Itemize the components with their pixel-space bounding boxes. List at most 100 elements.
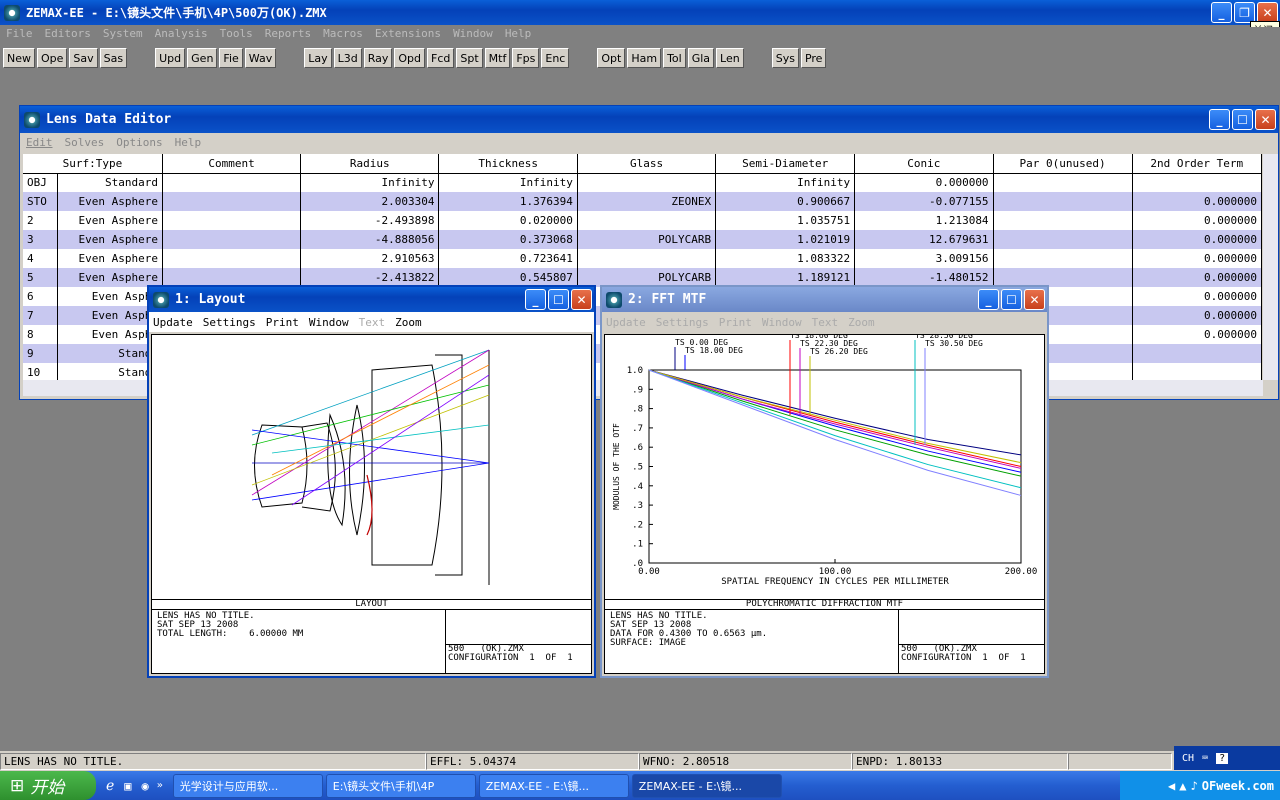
layout-close-icon[interactable]: ✕: [571, 289, 592, 310]
lde-cell-glass[interactable]: ZEONEX: [577, 192, 717, 211]
lde-close-icon[interactable]: ✕: [1255, 109, 1276, 130]
lde-cell-thickness[interactable]: 0.373068: [438, 230, 578, 249]
tb-save[interactable]: Sav: [69, 48, 98, 68]
lde-cell-type[interactable]: Standard: [57, 173, 163, 192]
minimize-icon[interactable]: _: [1211, 2, 1232, 23]
menu-tools[interactable]: Tools: [214, 27, 259, 45]
mtf-maximize-icon[interactable]: ☐: [1001, 289, 1022, 310]
mtf-menu-window[interactable]: Window: [762, 316, 802, 329]
ie-icon[interactable]: ℯ: [106, 778, 114, 794]
tb-lens[interactable]: Len: [716, 48, 744, 68]
lde-maximize-icon[interactable]: ☐: [1232, 109, 1253, 130]
lde-row[interactable]: 4 Even Asphere 2.910563 0.723641 1.083322 3.0…: [23, 249, 1262, 268]
start-button[interactable]: ⊞ 开始: [0, 771, 96, 800]
tb-open[interactable]: Ope: [37, 48, 68, 68]
tray-arrow-icon[interactable]: ◀: [1168, 779, 1175, 793]
lde-cell-second[interactable]: 0.000000: [1132, 325, 1262, 344]
tb-optimize[interactable]: Opt: [597, 48, 626, 68]
tb-general[interactable]: Gen: [187, 48, 218, 68]
lde-cell-type[interactable]: Even Asphere: [57, 192, 163, 211]
tray-volume-icon[interactable]: ♪: [1191, 779, 1198, 793]
task-zemax-2[interactable]: ZEMAX-EE - E:\镜...: [631, 773, 782, 798]
tb-prescription[interactable]: Pre: [800, 48, 827, 68]
menu-system[interactable]: System: [97, 27, 149, 45]
restore-icon[interactable]: ❐: [1234, 2, 1255, 23]
tb-enc[interactable]: Enc: [541, 48, 570, 68]
lde-menu-edit[interactable]: Edit: [20, 136, 59, 149]
lde-cell-surf[interactable]: 4: [23, 249, 59, 268]
lde-cell-second[interactable]: 0.000000: [1132, 211, 1262, 230]
lde-cell-radius[interactable]: -4.888056: [300, 230, 440, 249]
tb-mtf[interactable]: Mtf: [484, 48, 511, 68]
layout-minimize-icon[interactable]: _: [525, 289, 546, 310]
layout-menu-zoom[interactable]: Zoom: [395, 316, 422, 329]
lde-cell-glass[interactable]: [577, 249, 717, 268]
lde-cell-second[interactable]: 0.000000: [1132, 192, 1262, 211]
lde-cell-second[interactable]: [1132, 363, 1262, 380]
lde-row[interactable]: STO Even Asphere 2.003304 1.376394 ZEONEX 0.9…: [23, 192, 1262, 211]
task-browser[interactable]: 光学设计与应用软...: [172, 773, 323, 798]
lde-cell-surf[interactable]: STO: [23, 192, 59, 211]
layout-menu-window[interactable]: Window: [309, 316, 349, 329]
lde-cell-second[interactable]: 0.000000: [1132, 249, 1262, 268]
desktop-icon[interactable]: ▣: [124, 779, 131, 793]
lde-cell-semi[interactable]: 1.021019: [715, 230, 856, 249]
tb-new[interactable]: New: [3, 48, 35, 68]
lde-cell-second[interactable]: 0.000000: [1132, 306, 1262, 325]
menu-analysis[interactable]: Analysis: [149, 27, 214, 45]
lde-cell-thickness[interactable]: 0.723641: [438, 249, 578, 268]
lde-menu-solves[interactable]: Solves: [59, 136, 111, 149]
lde-cell-semi[interactable]: 1.083322: [715, 249, 856, 268]
lde-cell-thickness[interactable]: 0.020000: [438, 211, 578, 230]
lde-cell-semi[interactable]: Infinity: [715, 173, 856, 192]
layout-menu-text[interactable]: Text: [359, 316, 386, 329]
lde-cell-conic[interactable]: 0.000000: [854, 173, 994, 192]
lde-cell-comment[interactable]: [162, 230, 302, 249]
lde-cell-surf[interactable]: 3: [23, 230, 59, 249]
lde-minimize-icon[interactable]: _: [1209, 109, 1230, 130]
lde-cell-second[interactable]: [1132, 173, 1262, 192]
lde-cell-second[interactable]: [1132, 344, 1262, 363]
lde-cell-surf[interactable]: 7: [23, 306, 59, 325]
lde-cell-comment[interactable]: [162, 211, 302, 230]
tray-app-icon[interactable]: ▲: [1179, 779, 1186, 793]
lde-cell-semi[interactable]: 1.035751: [715, 211, 856, 230]
tb-glass[interactable]: Gla: [687, 48, 715, 68]
lde-cell-glass[interactable]: [577, 211, 717, 230]
lde-cell-second[interactable]: 0.000000: [1132, 268, 1262, 287]
col-conic[interactable]: Conic: [854, 154, 994, 174]
col-glass[interactable]: Glass: [577, 154, 717, 174]
lde-cell-type[interactable]: Even Asphere: [57, 211, 163, 230]
lde-cell-semi[interactable]: 0.900667: [715, 192, 856, 211]
lde-row[interactable]: OBJ Standard Infinity Infinity Infinity 0.000…: [23, 173, 1262, 192]
lde-cell-surf[interactable]: 10: [23, 363, 59, 380]
tb-wavelengths[interactable]: Wav: [244, 48, 277, 68]
tb-layout[interactable]: Lay: [304, 48, 332, 68]
menu-window[interactable]: Window: [447, 27, 499, 45]
menu-macros[interactable]: Macros: [317, 27, 369, 45]
lde-cell-conic[interactable]: -0.077155: [854, 192, 994, 211]
layout-maximize-icon[interactable]: ☐: [548, 289, 569, 310]
media-icon[interactable]: ◉: [142, 779, 149, 793]
close-icon[interactable]: ✕: [1257, 2, 1278, 23]
tb-layout-3d[interactable]: L3d: [333, 48, 362, 68]
help-icon[interactable]: ?: [1216, 752, 1229, 764]
col-2nd-order[interactable]: 2nd Order Term: [1132, 154, 1262, 174]
lde-cell-par0[interactable]: [993, 173, 1133, 192]
lde-cell-second[interactable]: 0.000000: [1132, 230, 1262, 249]
menu-file[interactable]: File: [0, 27, 39, 45]
tb-update[interactable]: Upd: [155, 48, 186, 68]
menu-extensions[interactable]: Extensions: [369, 27, 447, 45]
lde-cell-second[interactable]: 0.000000: [1132, 287, 1262, 306]
lde-row[interactable]: 2 Even Asphere -2.493898 0.020000 1.035751 1.…: [23, 211, 1262, 230]
lde-vscrollbar[interactable]: [1263, 154, 1278, 380]
lde-cell-radius[interactable]: 2.003304: [300, 192, 440, 211]
tb-spot[interactable]: Spt: [456, 48, 483, 68]
task-explorer[interactable]: E:\镜头文件\手机\4P: [325, 773, 476, 798]
lde-cell-type[interactable]: Even Asphere: [57, 230, 163, 249]
lde-cell-surf[interactable]: 9: [23, 344, 59, 363]
lde-cell-type[interactable]: Even Asphere: [57, 249, 163, 268]
lang-indicator[interactable]: CH: [1182, 753, 1194, 764]
layout-menu-settings[interactable]: Settings: [203, 316, 256, 329]
tb-ray[interactable]: Ray: [363, 48, 393, 68]
